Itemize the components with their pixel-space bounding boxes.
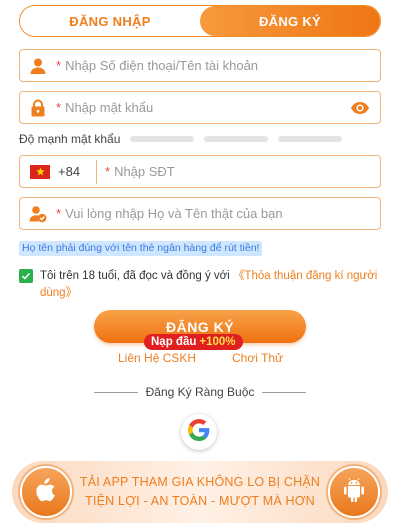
country-code[interactable]: +84 <box>58 164 96 179</box>
fullname-input-placeholder: Vui lòng nhập Họ và Tên thật của bạn <box>65 206 283 221</box>
trial-link[interactable]: Chơi Thử <box>232 351 283 365</box>
vietnam-flag-icon <box>30 164 50 179</box>
divider-line <box>262 391 307 393</box>
download-app-banner[interactable]: TẢI APP THAM GIA KHÔNG LO BỊ CHẶN TIỆN L… <box>12 461 388 523</box>
android-icon <box>343 477 365 507</box>
required-mark: * <box>56 100 62 115</box>
promo-label: Nạp đầu <box>151 336 197 348</box>
password-strength-label: Độ mạnh mật khẩu <box>19 132 121 146</box>
first-deposit-badge: Nạp đầu +100% <box>144 334 243 350</box>
phone-field[interactable]: +84 * Nhập SĐT <box>19 155 381 188</box>
google-icon <box>188 418 210 446</box>
google-button[interactable] <box>181 414 217 450</box>
agreement-text: Tôi trên 18 tuổi, đã đọc và đồng ý với 《… <box>40 268 381 302</box>
fullname-field[interactable]: * Vui lòng nhập Họ và Tên thật của bạn <box>19 197 381 230</box>
tab-register[interactable]: ĐĂNG KÝ <box>200 6 380 36</box>
password-input-placeholder: Nhập mật khẩu <box>65 100 154 115</box>
banner-line-2: TIỆN LỢI - AN TOÀN - MƯỢT MÀ HƠN <box>85 494 315 508</box>
account-field[interactable]: * Nhập Số điện thoại/Tên tài khoản <box>19 49 381 82</box>
strength-bar <box>130 136 195 142</box>
strength-bar <box>204 136 269 142</box>
agreement-prefix: Tôi trên 18 tuổi, đã đọc và đồng ý với <box>40 270 233 282</box>
password-field[interactable]: * Nhập mật khẩu <box>19 91 381 124</box>
user-check-icon <box>20 205 56 223</box>
bind-divider: Đăng Ký Ràng Buộc <box>94 385 307 399</box>
auth-tabs: ĐĂNG NHẬP ĐĂNG KÝ <box>19 5 381 37</box>
account-input-placeholder: Nhập Số điện thoại/Tên tài khoản <box>65 58 259 73</box>
required-mark: * <box>56 206 62 221</box>
eye-icon[interactable] <box>350 99 370 122</box>
bank-name-hint: Họ tên phải đúng với tên thẻ ngân hàng đ… <box>19 241 263 256</box>
phone-input-placeholder: Nhập SĐT <box>114 164 175 179</box>
separator <box>96 159 97 184</box>
user-icon <box>20 57 56 75</box>
strength-bar <box>278 136 343 142</box>
required-mark: * <box>105 164 111 179</box>
required-mark: * <box>56 58 62 73</box>
android-download-button[interactable] <box>328 466 380 518</box>
promo-percent: +100% <box>199 336 236 348</box>
apple-icon <box>36 477 56 507</box>
banner-text: TẢI APP THAM GIA KHÔNG LO BỊ CHẶN TIỆN L… <box>74 473 326 511</box>
check-icon[interactable] <box>19 269 33 283</box>
tab-login[interactable]: ĐĂNG NHẬP <box>20 6 200 36</box>
divider-line <box>94 391 138 393</box>
bind-register-label: Đăng Ký Ràng Buộc <box>145 385 255 399</box>
agreement: Tôi trên 18 tuổi, đã đọc và đồng ý với 《… <box>19 268 381 302</box>
password-strength: Độ mạnh mật khẩu <box>19 131 381 147</box>
lock-icon <box>20 99 56 117</box>
banner-line-1: TẢI APP THAM GIA KHÔNG LO BỊ CHẶN <box>79 475 321 489</box>
ios-download-button[interactable] <box>20 466 72 518</box>
support-link[interactable]: Liên Hệ CSKH <box>118 351 196 365</box>
